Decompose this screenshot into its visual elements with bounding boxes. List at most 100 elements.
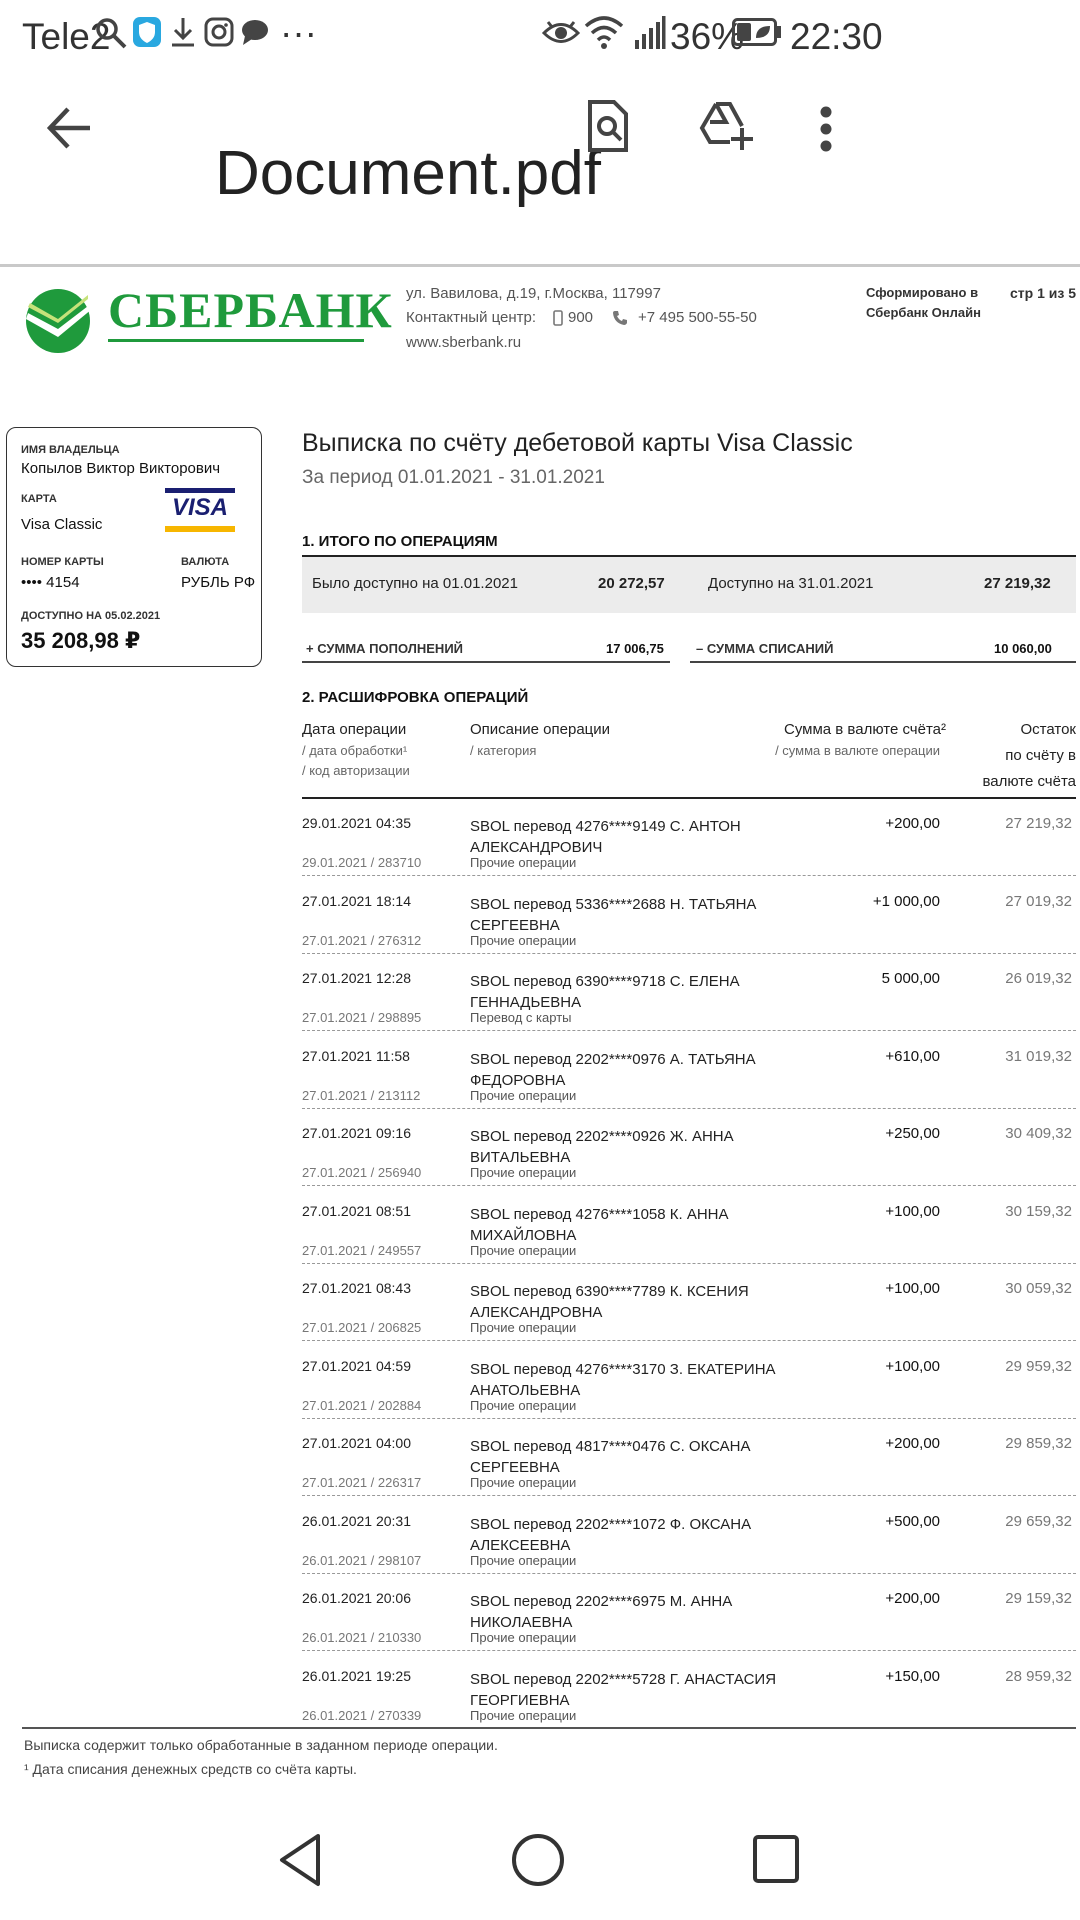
logo-underline — [108, 339, 364, 342]
operation-category: Прочие операции — [470, 1707, 577, 1723]
operation-balance: 30 059,32 — [1005, 1280, 1072, 1297]
screen: Tele2 ··· 36% 22:30 Document.pdf СБЕРБАН… — [0, 0, 1080, 1920]
instagram-icon — [204, 17, 234, 47]
operation-description: SBOL перевод 2202****5728 Г. АНАСТАСИЯ — [470, 1670, 777, 1688]
pdf-page[interactable]: СБЕРБАНК ул. Вавилова, д.19, г.Москва, 1… — [0, 264, 1080, 1820]
operation-auth: 27.01.2021 / 202884 — [302, 1397, 422, 1413]
operation-description: SBOL перевод 5336****2688 Н. ТАТЬЯНА — [470, 895, 757, 913]
operation-row: 26.01.2021 20:31 26.01.2021 / 298107 SBOL … — [302, 1497, 1076, 1574]
formed-line1: Сформировано в — [866, 285, 979, 300]
operation-category: Прочие операции — [470, 1397, 577, 1413]
wifi-icon — [584, 16, 624, 49]
operation-amount: +200,00 — [885, 1435, 940, 1452]
col-balance-line2: по счёту в — [1005, 747, 1076, 764]
operation-balance: 29 659,32 — [1005, 1512, 1072, 1530]
operation-date: 26.01.2021 19:25 — [302, 1667, 411, 1684]
eye-icon — [542, 21, 580, 43]
expense-value: 10 060,00 — [994, 641, 1052, 656]
now-available-value: 27 219,32 — [984, 575, 1051, 592]
operation-description-line2: СЕРГЕЕВНА — [470, 916, 560, 934]
operation-description-line2: ФЕДОРОВНА — [470, 1071, 566, 1089]
expense-rule — [690, 661, 1076, 663]
operation-description: SBOL перевод 6390****9718 С. ЕЛЕНА — [470, 973, 740, 990]
operation-description: SBOL перевод 6390****7789 К. КСЕНИЯ — [470, 1283, 749, 1300]
nav-home-icon[interactable] — [510, 1832, 566, 1888]
operation-description: SBOL перевод 2202****1072 Ф. ОКСАНА — [470, 1515, 752, 1533]
phone-icon — [613, 311, 627, 325]
operation-row: 26.01.2021 20:06 26.01.2021 / 210330 SBOL … — [302, 1574, 1076, 1651]
operation-auth: 26.01.2021 / 210330 — [302, 1630, 422, 1645]
nav-recents-icon[interactable] — [752, 1834, 800, 1884]
back-arrow-icon[interactable] — [46, 106, 94, 150]
phone-short: 900 — [568, 309, 594, 326]
income-rule — [302, 661, 670, 663]
operation-category: Прочие операции — [470, 855, 577, 870]
download-icon — [172, 18, 194, 47]
operation-date: 29.01.2021 04:35 — [302, 815, 411, 831]
owner-label: ИМЯ ВЛАДЕЛЬЦА — [21, 444, 120, 456]
col-date-sub2: / код авторизации — [302, 763, 410, 778]
operation-balance: 26 019,32 — [1005, 970, 1072, 987]
operation-auth: 27.01.2021 / 276312 — [302, 932, 422, 948]
statement-period: За период 01.01.2021 - 31.01.2021 — [302, 467, 605, 488]
operation-amount: +200,00 — [885, 815, 940, 832]
operation-description-line2: НИКОЛАЕВНА — [470, 1614, 573, 1631]
operation-auth: 26.01.2021 / 270339 — [302, 1707, 422, 1723]
operation-description-line2: АЛЕКСАНДРОВИЧ — [470, 839, 603, 856]
col-date-sub1: / дата обработки¹ — [302, 743, 408, 758]
operation-date: 27.01.2021 18:14 — [302, 892, 411, 909]
operation-date: 26.01.2021 20:31 — [302, 1512, 411, 1529]
mobile-phone-icon — [553, 310, 563, 326]
operation-date: 27.01.2021 08:43 — [302, 1280, 411, 1296]
bank-website[interactable]: www.sberbank.ru — [406, 334, 521, 351]
operation-category: Прочие операции — [470, 1087, 577, 1103]
card-type: Visa Classic — [21, 516, 103, 533]
operation-balance: 27 219,32 — [1005, 815, 1072, 832]
operation-date: 27.01.2021 04:00 — [302, 1435, 411, 1451]
operation-category: Прочие операции — [470, 1320, 577, 1335]
operation-balance: 30 409,32 — [1005, 1125, 1072, 1142]
more-vert-icon[interactable] — [816, 104, 836, 154]
now-available-label: Доступно на 31.01.2021 — [708, 575, 874, 592]
col-description: Описание операции — [470, 721, 611, 738]
operation-balance: 31 019,32 — [1005, 1047, 1072, 1065]
operation-date: 27.01.2021 12:28 — [302, 970, 411, 986]
was-available-value: 20 272,57 — [598, 575, 665, 592]
col-balance-line3: валюте счёта — [982, 773, 1076, 790]
operation-description-line2: ГЕОРГИЕВНА — [470, 1691, 570, 1709]
section-details-heading: 2. РАСШИФРОВКА ОПЕРАЦИЙ — [302, 689, 529, 706]
status-more: ··· — [280, 12, 317, 53]
income-value: 17 006,75 — [606, 641, 664, 656]
operation-date: 27.01.2021 09:16 — [302, 1125, 411, 1141]
operation-row: 27.01.2021 04:00 27.01.2021 / 226317 SBOL … — [302, 1419, 1076, 1496]
operation-balance: 30 159,32 — [1005, 1202, 1072, 1220]
search-icon — [96, 18, 127, 49]
visa-logo-icon: VISA — [165, 488, 235, 534]
col-description-sub: / категория — [470, 743, 537, 758]
operation-description-line2: АЛЕКСЕЕВНА — [470, 1536, 571, 1554]
operation-description-line2: МИХАЙЛОВНА — [470, 1226, 577, 1244]
operation-date: 27.01.2021 08:51 — [302, 1202, 411, 1219]
col-balance-line1: Остаток — [1020, 721, 1077, 738]
footer-note-1: ¹ Дата списания денежных средств со счёт… — [24, 1761, 357, 1777]
currency: РУБЛЬ РФ — [181, 574, 256, 591]
battery-icon — [732, 18, 781, 46]
operation-description: SBOL перевод 4276****3170 З. ЕКАТЕРИНА — [470, 1360, 776, 1378]
operation-auth: 29.01.2021 / 283710 — [302, 855, 422, 870]
operation-row: 27.01.2021 12:28 27.01.2021 / 298895 SBOL … — [302, 954, 1076, 1031]
operation-category: Прочие операции — [470, 1242, 577, 1258]
clock: 22:30 — [790, 16, 883, 57]
operation-auth: 27.01.2021 / 213112 — [302, 1087, 421, 1103]
operation-auth: 26.01.2021 / 298107 — [302, 1552, 422, 1568]
operation-date: 26.01.2021 20:06 — [302, 1590, 411, 1606]
operation-description: SBOL перевод 4276****1058 К. АННА — [470, 1205, 729, 1223]
find-in-document-icon[interactable] — [586, 100, 630, 152]
add-to-drive-icon[interactable] — [698, 100, 754, 152]
operation-amount: +1 000,00 — [872, 892, 940, 910]
document-title: Document.pdf — [215, 139, 601, 208]
operation-date: 27.01.2021 04:59 — [302, 1357, 411, 1374]
currency-label: ВАЛЮТА — [181, 556, 230, 568]
nav-back-icon[interactable] — [276, 1832, 324, 1888]
card-number-label: НОМЕР КАРТЫ — [21, 556, 104, 568]
totals-box: Было доступно на 01.01.2021 20 272,57 До… — [302, 557, 1076, 613]
